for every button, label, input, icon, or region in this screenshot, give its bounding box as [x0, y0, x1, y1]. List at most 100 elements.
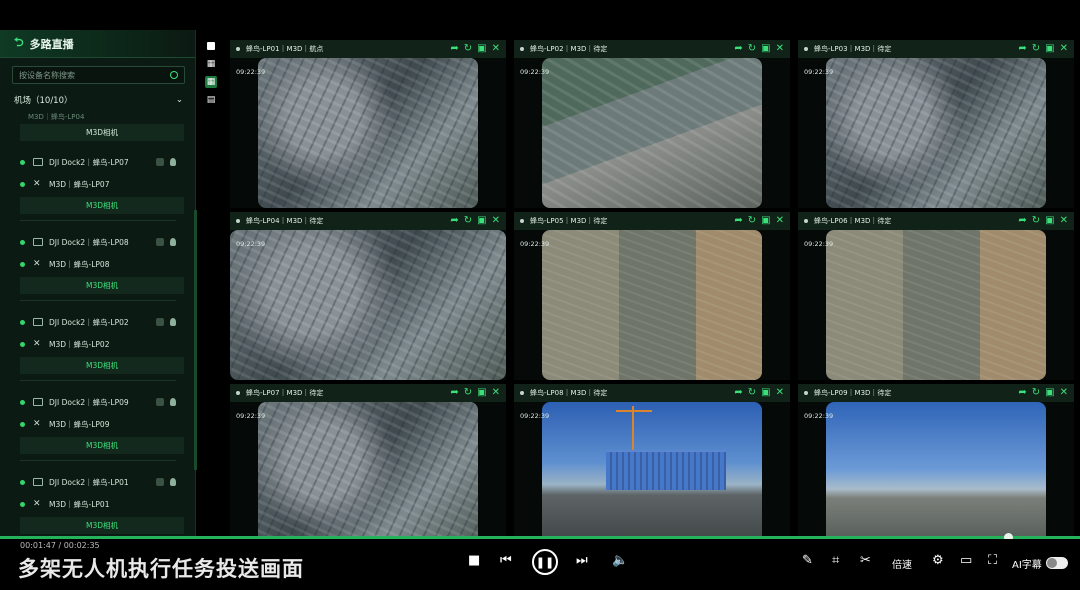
drone-row[interactable]: ✕ M3D｜蜂鸟-LP08 — [8, 253, 190, 275]
share-icon[interactable]: ➦ — [450, 215, 458, 227]
expand-icon[interactable]: ▣ — [1045, 43, 1054, 55]
refresh-icon[interactable]: ↻ — [1032, 43, 1040, 55]
expand-icon[interactable]: ▣ — [761, 387, 770, 399]
close-icon[interactable]: ✕ — [492, 215, 500, 227]
layout-16-button[interactable]: ▤ — [205, 94, 217, 106]
subtitle-toggle[interactable] — [1046, 557, 1068, 569]
video-cell[interactable]: 蜂鸟-LP07｜M3D｜待定 ➦ ↻ ▣ ✕ 09:22:39 — [230, 384, 506, 552]
expand-icon[interactable]: ▣ — [1045, 387, 1054, 399]
refresh-icon[interactable]: ↻ — [1032, 387, 1040, 399]
expand-icon[interactable]: ▣ — [761, 43, 770, 55]
video-cell[interactable]: 蜂鸟-LP08｜M3D｜待定 ➦ ↻ ▣ ✕ 09:22:39 — [514, 384, 790, 552]
volume-icon[interactable]: 🔈 — [612, 553, 628, 568]
video-feed[interactable] — [258, 402, 478, 552]
close-icon[interactable]: ✕ — [1060, 43, 1068, 55]
back-icon[interactable]: ⮌ — [14, 33, 24, 54]
drone-row[interactable]: ✕ M3D｜蜂鸟-LP02 — [8, 333, 190, 355]
video-feed[interactable] — [826, 58, 1046, 208]
share-icon[interactable]: ➦ — [450, 387, 458, 399]
camera-button[interactable]: M3D相机 — [20, 124, 184, 141]
user-icon[interactable] — [170, 318, 176, 326]
share-icon[interactable]: ➦ — [734, 215, 742, 227]
settings-icon[interactable]: ⚙ — [932, 553, 944, 568]
share-icon[interactable]: ➦ — [450, 43, 458, 55]
more-icon[interactable] — [156, 398, 164, 406]
video-feed[interactable] — [826, 402, 1046, 552]
camera-button[interactable]: M3D相机 — [20, 277, 184, 294]
video-feed[interactable] — [230, 230, 506, 380]
camera-button[interactable]: M3D相机 — [20, 197, 184, 214]
user-icon[interactable] — [170, 398, 176, 406]
more-icon[interactable] — [156, 318, 164, 326]
dock-row[interactable]: DJI Dock2｜蜂鸟-LP07 — [8, 151, 190, 173]
next-icon[interactable]: ⏭ — [576, 553, 588, 568]
scissors-icon[interactable]: ✂ — [860, 553, 871, 568]
share-icon[interactable]: ➦ — [1018, 387, 1026, 399]
layout-4-button[interactable]: ▦ — [205, 58, 217, 70]
expand-icon[interactable]: ▣ — [761, 215, 770, 227]
share-icon[interactable]: ➦ — [734, 43, 742, 55]
drone-row[interactable]: ✕ M3D｜蜂鸟-LP09 — [8, 413, 190, 435]
refresh-icon[interactable]: ↻ — [464, 387, 472, 399]
video-cell[interactable]: 蜂鸟-LP04｜M3D｜待定 ➦ ↻ ▣ ✕ 09:22:39 — [230, 212, 506, 380]
expand-icon[interactable]: ▣ — [477, 215, 486, 227]
video-cell[interactable]: 蜂鸟-LP01｜M3D｜航点 ➦ ↻ ▣ ✕ 09:22:39 — [230, 40, 506, 208]
dock-row[interactable]: DJI Dock2｜蜂鸟-LP02 — [8, 311, 190, 333]
user-icon[interactable] — [170, 158, 176, 166]
previous-icon[interactable]: ⏮ — [500, 553, 512, 568]
expand-icon[interactable]: ▣ — [477, 387, 486, 399]
fullscreen-icon[interactable]: ⛶ — [988, 553, 997, 568]
close-icon[interactable]: ✕ — [492, 43, 500, 55]
refresh-icon[interactable]: ↻ — [464, 215, 472, 227]
expand-icon[interactable]: ▣ — [477, 43, 486, 55]
close-icon[interactable]: ✕ — [1060, 387, 1068, 399]
video-cell[interactable]: 蜂鸟-LP05｜M3D｜待定 ➦ ↻ ▣ ✕ 09:22:39 — [514, 212, 790, 380]
video-cell[interactable]: 蜂鸟-LP09｜M3D｜待定 ➦ ↻ ▣ ✕ 09:22:39 — [798, 384, 1074, 552]
user-icon[interactable] — [170, 238, 176, 246]
refresh-icon[interactable]: ↻ — [748, 43, 756, 55]
share-icon[interactable]: ➦ — [1018, 215, 1026, 227]
stop-icon[interactable]: ■ — [468, 553, 480, 568]
close-icon[interactable]: ✕ — [1060, 215, 1068, 227]
dock-row[interactable]: DJI Dock2｜蜂鸟-LP09 — [8, 391, 190, 413]
video-cell[interactable]: 蜂鸟-LP06｜M3D｜待定 ➦ ↻ ▣ ✕ 09:22:39 — [798, 212, 1074, 380]
camera-button[interactable]: M3D相机 — [20, 437, 184, 454]
close-icon[interactable]: ✕ — [776, 215, 784, 227]
expand-icon[interactable]: ▣ — [1045, 215, 1054, 227]
pause-button[interactable]: ❚❚ — [532, 549, 558, 575]
scrollbar[interactable] — [194, 210, 197, 470]
close-icon[interactable]: ✕ — [492, 387, 500, 399]
crop-icon[interactable]: ⌗ — [832, 553, 839, 568]
more-icon[interactable] — [156, 238, 164, 246]
airport-group-header[interactable]: 机场（10/10） ⌄ — [14, 94, 183, 106]
user-icon[interactable] — [170, 478, 176, 486]
eraser-icon[interactable]: ✎ — [802, 553, 813, 568]
video-feed[interactable] — [542, 58, 762, 208]
speed-button[interactable]: 倍速 — [892, 556, 912, 571]
video-feed[interactable] — [542, 230, 762, 380]
video-cell[interactable]: 蜂鸟-LP02｜M3D｜待定 ➦ ↻ ▣ ✕ 09:22:39 — [514, 40, 790, 208]
refresh-icon[interactable]: ↻ — [748, 215, 756, 227]
refresh-icon[interactable]: ↻ — [464, 43, 472, 55]
close-icon[interactable]: ✕ — [776, 387, 784, 399]
device-search-input[interactable]: 按设备名称搜索 — [12, 66, 185, 84]
camera-button[interactable]: M3D相机 — [20, 357, 184, 374]
layout-9-button[interactable]: ▦ — [205, 76, 217, 88]
video-cell[interactable]: 蜂鸟-LP03｜M3D｜待定 ➦ ↻ ▣ ✕ 09:22:39 — [798, 40, 1074, 208]
video-feed[interactable] — [258, 58, 478, 208]
sidebar-header[interactable]: ⮌ 多路直播 — [0, 30, 195, 58]
pip-icon[interactable]: ▭ — [960, 553, 972, 568]
refresh-icon[interactable]: ↻ — [1032, 215, 1040, 227]
more-icon[interactable] — [156, 158, 164, 166]
chevron-down-icon[interactable]: ⌄ — [176, 95, 183, 105]
drone-row[interactable]: ✕ M3D｜蜂鸟-LP01 — [8, 493, 190, 515]
drone-row[interactable]: ✕ M3D｜蜂鸟-LP07 — [8, 173, 190, 195]
layout-1-button[interactable] — [205, 40, 217, 52]
camera-button[interactable]: M3D相机 — [20, 517, 184, 534]
dock-row[interactable]: DJI Dock2｜蜂鸟-LP08 — [8, 231, 190, 253]
video-feed[interactable] — [826, 230, 1046, 380]
share-icon[interactable]: ➦ — [734, 387, 742, 399]
refresh-icon[interactable]: ↻ — [748, 387, 756, 399]
close-icon[interactable]: ✕ — [776, 43, 784, 55]
more-icon[interactable] — [156, 478, 164, 486]
